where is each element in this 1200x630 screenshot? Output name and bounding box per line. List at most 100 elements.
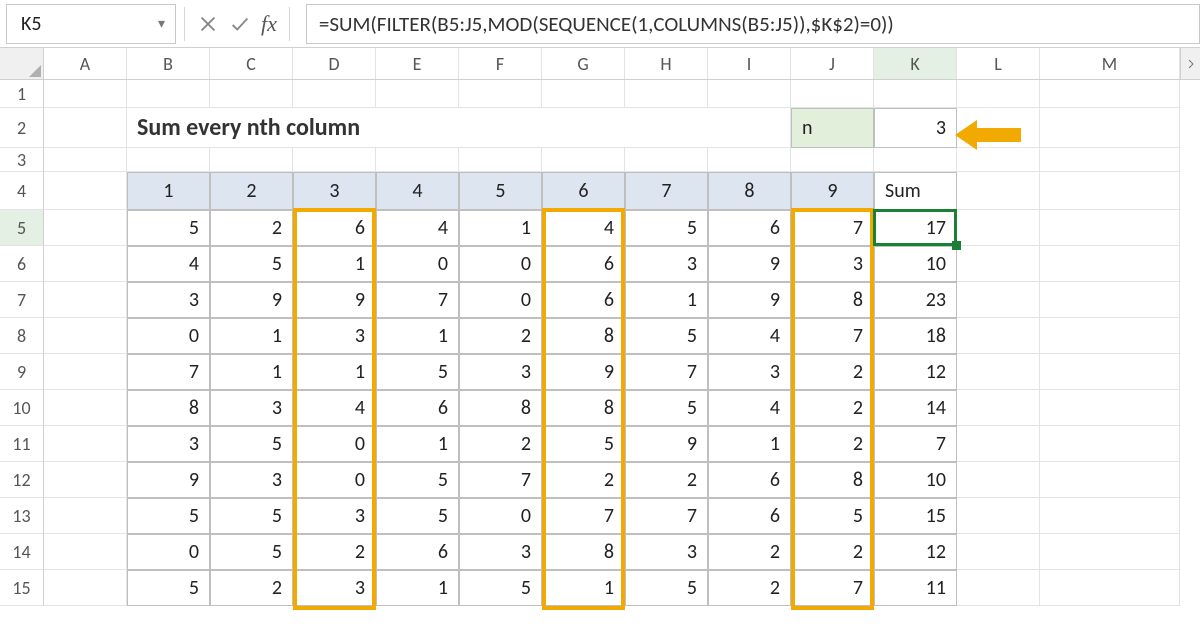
row-header-13[interactable]: 13 bbox=[0, 498, 44, 534]
cell-J9[interactable]: 2 bbox=[791, 354, 874, 390]
cell-C1[interactable] bbox=[210, 80, 293, 108]
cell-A4[interactable] bbox=[44, 172, 127, 210]
cell-M14[interactable] bbox=[1040, 534, 1180, 570]
cell-M10[interactable] bbox=[1040, 390, 1180, 426]
dh-4[interactable]: 4 bbox=[376, 172, 459, 210]
cell-D14[interactable]: 2 bbox=[293, 534, 376, 570]
cell-K9[interactable]: 12 bbox=[874, 354, 957, 390]
cancel-icon[interactable] bbox=[197, 13, 219, 35]
cell-J7[interactable]: 8 bbox=[791, 282, 874, 318]
cell-M12[interactable] bbox=[1040, 462, 1180, 498]
cell-C13[interactable]: 5 bbox=[210, 498, 293, 534]
cell-G11[interactable]: 5 bbox=[542, 426, 625, 462]
cell-F10[interactable]: 8 bbox=[459, 390, 542, 426]
dh-1[interactable]: 1 bbox=[127, 172, 210, 210]
cell-B1[interactable] bbox=[127, 80, 210, 108]
row-header-8[interactable]: 8 bbox=[0, 318, 44, 354]
row-header-7[interactable]: 7 bbox=[0, 282, 44, 318]
cell-J11[interactable]: 2 bbox=[791, 426, 874, 462]
cell-H8[interactable]: 5 bbox=[625, 318, 708, 354]
cell-B9[interactable]: 7 bbox=[127, 354, 210, 390]
cell-E7[interactable]: 7 bbox=[376, 282, 459, 318]
cell-A10[interactable] bbox=[44, 390, 127, 426]
row-header-4[interactable]: 4 bbox=[0, 172, 44, 210]
cell-A13[interactable] bbox=[44, 498, 127, 534]
cell-I11[interactable]: 1 bbox=[708, 426, 791, 462]
cell-I3[interactable] bbox=[708, 148, 791, 172]
cell-M1[interactable] bbox=[1040, 80, 1180, 108]
fill-handle[interactable] bbox=[952, 241, 961, 250]
cell-C7[interactable]: 9 bbox=[210, 282, 293, 318]
col-header-G[interactable]: G bbox=[542, 48, 625, 79]
cell-B13[interactable]: 5 bbox=[127, 498, 210, 534]
cell-K13[interactable]: 15 bbox=[874, 498, 957, 534]
cell-K11[interactable]: 7 bbox=[874, 426, 957, 462]
cell-H10[interactable]: 5 bbox=[625, 390, 708, 426]
cell-I12[interactable]: 6 bbox=[708, 462, 791, 498]
cell-D12[interactable]: 0 bbox=[293, 462, 376, 498]
cell-B6[interactable]: 4 bbox=[127, 246, 210, 282]
row-header-3[interactable]: 3 bbox=[0, 148, 44, 172]
cell-G10[interactable]: 8 bbox=[542, 390, 625, 426]
cell-A5[interactable] bbox=[44, 210, 127, 246]
cell-A9[interactable] bbox=[44, 354, 127, 390]
cell-L10[interactable] bbox=[957, 390, 1040, 426]
row-header-2[interactable]: 2 bbox=[0, 108, 44, 148]
cell-B14[interactable]: 0 bbox=[127, 534, 210, 570]
cell-H3[interactable] bbox=[625, 148, 708, 172]
cell-L12[interactable] bbox=[957, 462, 1040, 498]
cell-C6[interactable]: 5 bbox=[210, 246, 293, 282]
cell-M7[interactable] bbox=[1040, 282, 1180, 318]
cell-D3[interactable] bbox=[293, 148, 376, 172]
cell-I9[interactable]: 3 bbox=[708, 354, 791, 390]
cell-K7[interactable]: 23 bbox=[874, 282, 957, 318]
cell-L7[interactable] bbox=[957, 282, 1040, 318]
page-title[interactable]: Sum every nth column bbox=[127, 108, 791, 148]
cell-D10[interactable]: 4 bbox=[293, 390, 376, 426]
col-header-F[interactable]: F bbox=[459, 48, 542, 79]
cell-F15[interactable]: 5 bbox=[459, 570, 542, 606]
cell-H12[interactable]: 2 bbox=[625, 462, 708, 498]
cell-C14[interactable]: 5 bbox=[210, 534, 293, 570]
cell-F5[interactable]: 1 bbox=[459, 210, 542, 246]
row-header-5[interactable]: 5 bbox=[0, 210, 44, 246]
cell-L9[interactable] bbox=[957, 354, 1040, 390]
cell-F12[interactable]: 7 bbox=[459, 462, 542, 498]
dh-6[interactable]: 6 bbox=[542, 172, 625, 210]
cell-G6[interactable]: 6 bbox=[542, 246, 625, 282]
cell-D6[interactable]: 1 bbox=[293, 246, 376, 282]
cell-E14[interactable]: 6 bbox=[376, 534, 459, 570]
cell-J13[interactable]: 5 bbox=[791, 498, 874, 534]
cell-H5[interactable]: 5 bbox=[625, 210, 708, 246]
row-header-14[interactable]: 14 bbox=[0, 534, 44, 570]
cell-G12[interactable]: 2 bbox=[542, 462, 625, 498]
n-label-cell[interactable]: n bbox=[791, 108, 874, 148]
cell-L15[interactable] bbox=[957, 570, 1040, 606]
cell-H7[interactable]: 1 bbox=[625, 282, 708, 318]
cell-M11[interactable] bbox=[1040, 426, 1180, 462]
cell-D1[interactable] bbox=[293, 80, 376, 108]
cell-L13[interactable] bbox=[957, 498, 1040, 534]
cell-B10[interactable]: 8 bbox=[127, 390, 210, 426]
cell-E9[interactable]: 5 bbox=[376, 354, 459, 390]
cell-G7[interactable]: 6 bbox=[542, 282, 625, 318]
fx-icon[interactable]: fx bbox=[261, 11, 277, 37]
col-header-L[interactable]: L bbox=[957, 48, 1040, 79]
cell-I6[interactable]: 9 bbox=[708, 246, 791, 282]
cell-F3[interactable] bbox=[459, 148, 542, 172]
select-all-corner[interactable] bbox=[0, 48, 44, 79]
row-header-6[interactable]: 6 bbox=[0, 246, 44, 282]
cell-B5[interactable]: 5 bbox=[127, 210, 210, 246]
cell-J14[interactable]: 2 bbox=[791, 534, 874, 570]
chevron-down-icon[interactable]: ▾ bbox=[158, 15, 165, 32]
cell-D5[interactable]: 6 bbox=[293, 210, 376, 246]
cell-A15[interactable] bbox=[44, 570, 127, 606]
dh-sum[interactable]: Sum bbox=[874, 172, 957, 210]
col-header-I[interactable]: I bbox=[708, 48, 791, 79]
cell-D7[interactable]: 9 bbox=[293, 282, 376, 318]
cell-I10[interactable]: 4 bbox=[708, 390, 791, 426]
col-header-M[interactable]: M bbox=[1040, 48, 1180, 79]
cell-E10[interactable]: 6 bbox=[376, 390, 459, 426]
cell-E6[interactable]: 0 bbox=[376, 246, 459, 282]
n-value-cell[interactable]: 3 bbox=[874, 108, 957, 148]
